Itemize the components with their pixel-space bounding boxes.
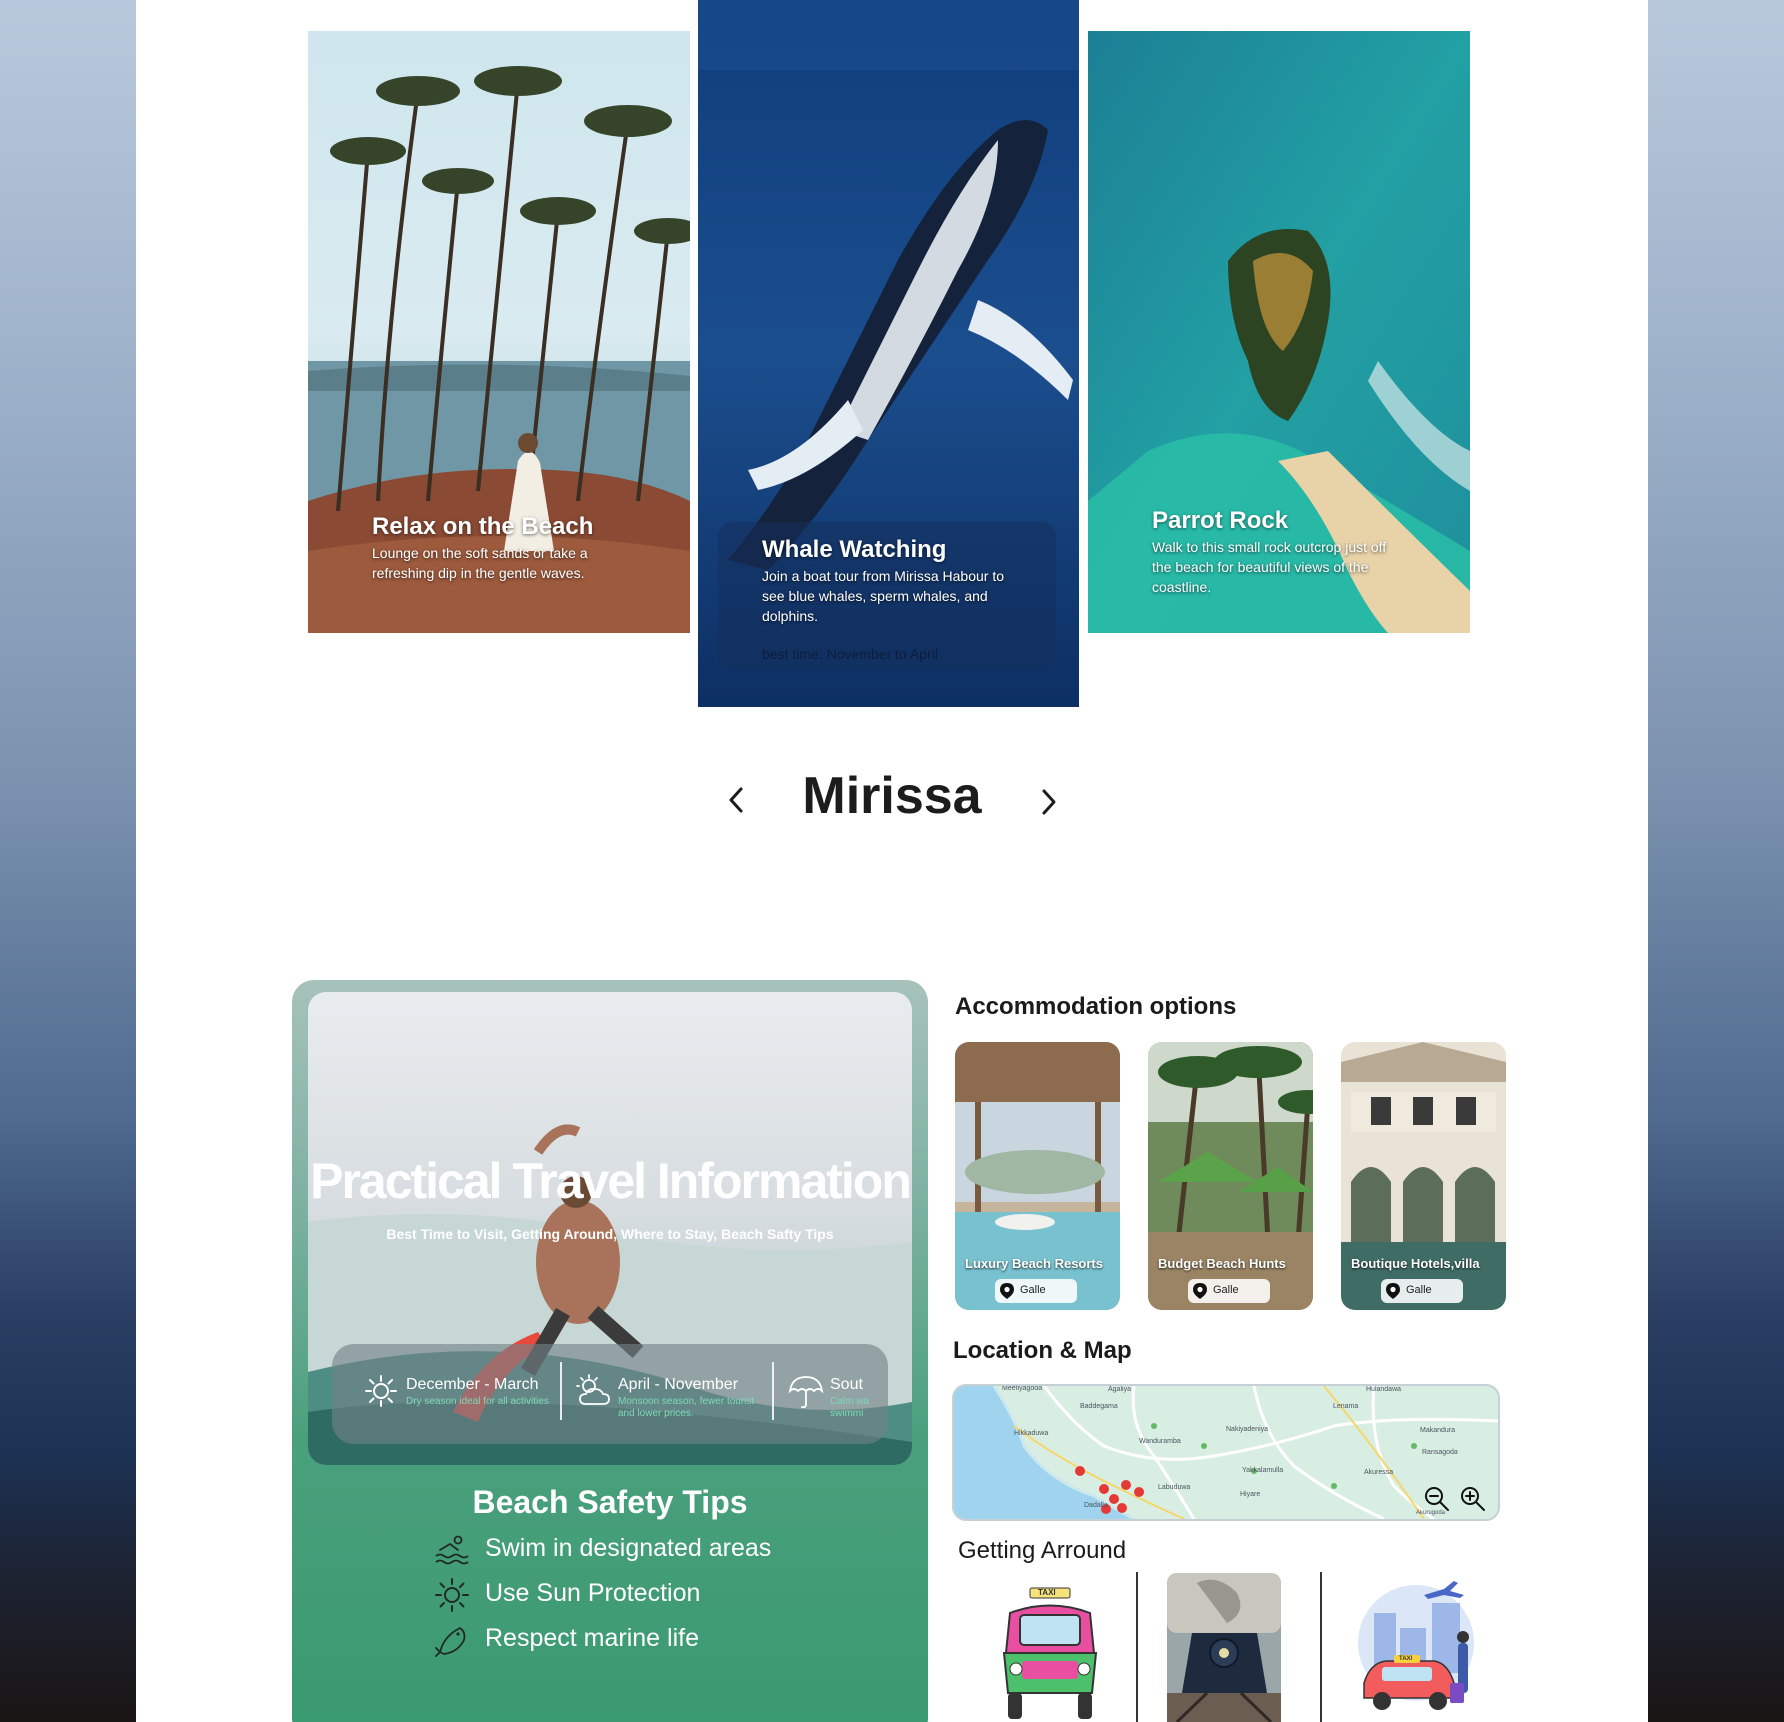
attraction-title: Relax on the Beach — [372, 513, 594, 540]
season-title: Sout — [830, 1376, 863, 1393]
transport-taxi[interactable]: TAXI — [1354, 1573, 1478, 1722]
map-place-label: Hiyare — [1240, 1491, 1261, 1498]
page: Relax on the Beach Lounge on the soft sa… — [136, 0, 1648, 1722]
map-place-label: Agaliya — [1108, 1386, 1131, 1393]
carousel-next-button[interactable] — [1031, 785, 1065, 819]
season-description: Calm wa swimmi — [830, 1396, 869, 1419]
map-place-label: Makandura — [1420, 1427, 1456, 1434]
train-icon — [1167, 1573, 1281, 1722]
zoom-in-icon — [1461, 1487, 1485, 1511]
destination-title: Mirissa — [802, 767, 982, 825]
taxi-icon — [1358, 1581, 1474, 1710]
location-chip: Galle — [995, 1279, 1077, 1303]
location-chip: Galle — [1381, 1279, 1463, 1303]
fish-icon — [435, 1627, 466, 1657]
cloud-sun-icon — [576, 1374, 610, 1405]
transport-divider — [1320, 1572, 1322, 1722]
seasons-bar: December - March Dry season ideal for al… — [332, 1344, 888, 1444]
accommodation-card-luxury[interactable]: Luxury Beach Resorts Galle — [955, 1042, 1120, 1310]
accommodation-card-budget[interactable]: Budget Beach Hunts Galle — [1148, 1042, 1313, 1310]
map-canvas — [954, 1386, 1498, 1519]
map-place-label: Baddegama — [1080, 1403, 1118, 1410]
getting-around-title: Getting Arround — [958, 1537, 1127, 1564]
sun-icon — [435, 1578, 469, 1612]
map-place-label: Akuressa — [1364, 1469, 1394, 1476]
accommodation-label: Luxury Beach Resorts — [965, 1256, 1103, 1271]
season-description: Monsoon season, fewer tourist and lower … — [618, 1396, 755, 1419]
zoom-out-icon — [1425, 1487, 1449, 1511]
taxi-sign-text: TAXI — [1399, 1656, 1413, 1662]
map-place-label: Lenama — [1333, 1403, 1359, 1410]
accommodation-title: Accommodation options — [955, 993, 1237, 1020]
map-place-label: Meetiyagoda — [1002, 1385, 1043, 1392]
taxi-sign-text: TAXI — [1038, 1588, 1056, 1597]
season-description: Dry season ideal for all activities — [406, 1396, 549, 1407]
location-text: Galle — [1213, 1284, 1239, 1296]
surfer-photo: Practical Travel Information Best Time t… — [308, 992, 912, 1465]
attraction-title: Whale Watching — [762, 536, 947, 563]
chevron-right-icon — [1042, 789, 1056, 815]
location-pin-icon — [1386, 1283, 1400, 1299]
attraction-title: Parrot Rock — [1152, 507, 1289, 534]
accommodation-card-boutique[interactable]: Boutique Hotels,villa Galle — [1341, 1042, 1506, 1310]
practical-subheading: Best Time to Visit, Getting Around, Wher… — [386, 1226, 834, 1242]
season-divider — [772, 1362, 774, 1420]
accommodation-label: Boutique Hotels,villa — [1351, 1256, 1480, 1271]
map-place-label: Hikkaduwa — [1014, 1430, 1049, 1437]
attraction-card-parrot-rock[interactable]: Parrot Rock Walk to this small rock outc… — [1088, 31, 1470, 633]
accommodation-label: Budget Beach Hunts — [1158, 1256, 1286, 1271]
map-place-label: Yakkalamulla — [1242, 1467, 1284, 1474]
sun-icon — [365, 1375, 397, 1407]
location-text: Galle — [1020, 1284, 1046, 1296]
location-pin-icon — [1193, 1283, 1207, 1299]
season-divider — [560, 1362, 562, 1420]
location-pin-icon — [1000, 1283, 1014, 1299]
zoom-in-button[interactable] — [1459, 1485, 1487, 1513]
practical-info-panel: Practical Travel Information Best Time t… — [292, 980, 928, 1722]
map-place-label: Dadalla — [1084, 1502, 1108, 1509]
map-place-label: Nakiyadeniya — [1226, 1426, 1269, 1433]
location-map[interactable]: Meetiyagoda Agaliya Baddegama Hikkaduwa … — [952, 1384, 1500, 1521]
transport-tuk-tuk[interactable]: TAXI — [990, 1573, 1110, 1722]
location-chip: Galle — [1188, 1279, 1270, 1303]
attraction-description: Walk to this small rock outcrop just off… — [1152, 539, 1387, 595]
tip-label: Respect marine life — [485, 1624, 699, 1652]
attraction-description: Lounge on the soft sands or take a refre… — [372, 545, 588, 581]
map-place-label: Wanduramba — [1139, 1438, 1181, 1445]
attraction-card-whale[interactable]: Whale Watching Join a boat tour from Mir… — [698, 0, 1079, 707]
map-place-label: Labuduwa — [1158, 1484, 1191, 1491]
season-title: December - March — [406, 1376, 539, 1393]
zoom-out-button[interactable] — [1423, 1485, 1451, 1513]
map-title: Location & Map — [953, 1337, 1132, 1364]
practical-heading: Practical Travel Information — [310, 1153, 912, 1209]
tip-label: Use Sun Protection — [485, 1579, 701, 1607]
swim-icon — [435, 1535, 469, 1565]
attraction-card-beach[interactable]: Relax on the Beach Lounge on the soft sa… — [308, 31, 690, 633]
tip-label: Swim in designated areas — [485, 1534, 772, 1562]
season-title: April - November — [618, 1376, 739, 1393]
season-southwest: Sout Calm wa swimmi — [788, 1368, 888, 1424]
map-place-label: Hulandawa — [1366, 1386, 1402, 1393]
safety-title: Beach Safety Tips — [472, 1484, 748, 1520]
season-monsoon: April - November Monsoon season, fewer t… — [576, 1368, 762, 1424]
attraction-description: Join a boat tour from Mirissa Habour to … — [762, 568, 1004, 624]
season-dry: December - March Dry season ideal for al… — [364, 1368, 550, 1424]
transport-train[interactable] — [1167, 1573, 1281, 1722]
umbrella-icon — [788, 1376, 824, 1409]
location-text: Galle — [1406, 1284, 1432, 1296]
transport-divider — [1136, 1572, 1138, 1722]
best-time-text: best time: November to April — [762, 646, 938, 662]
map-place-label: Ransagoda — [1422, 1449, 1458, 1456]
